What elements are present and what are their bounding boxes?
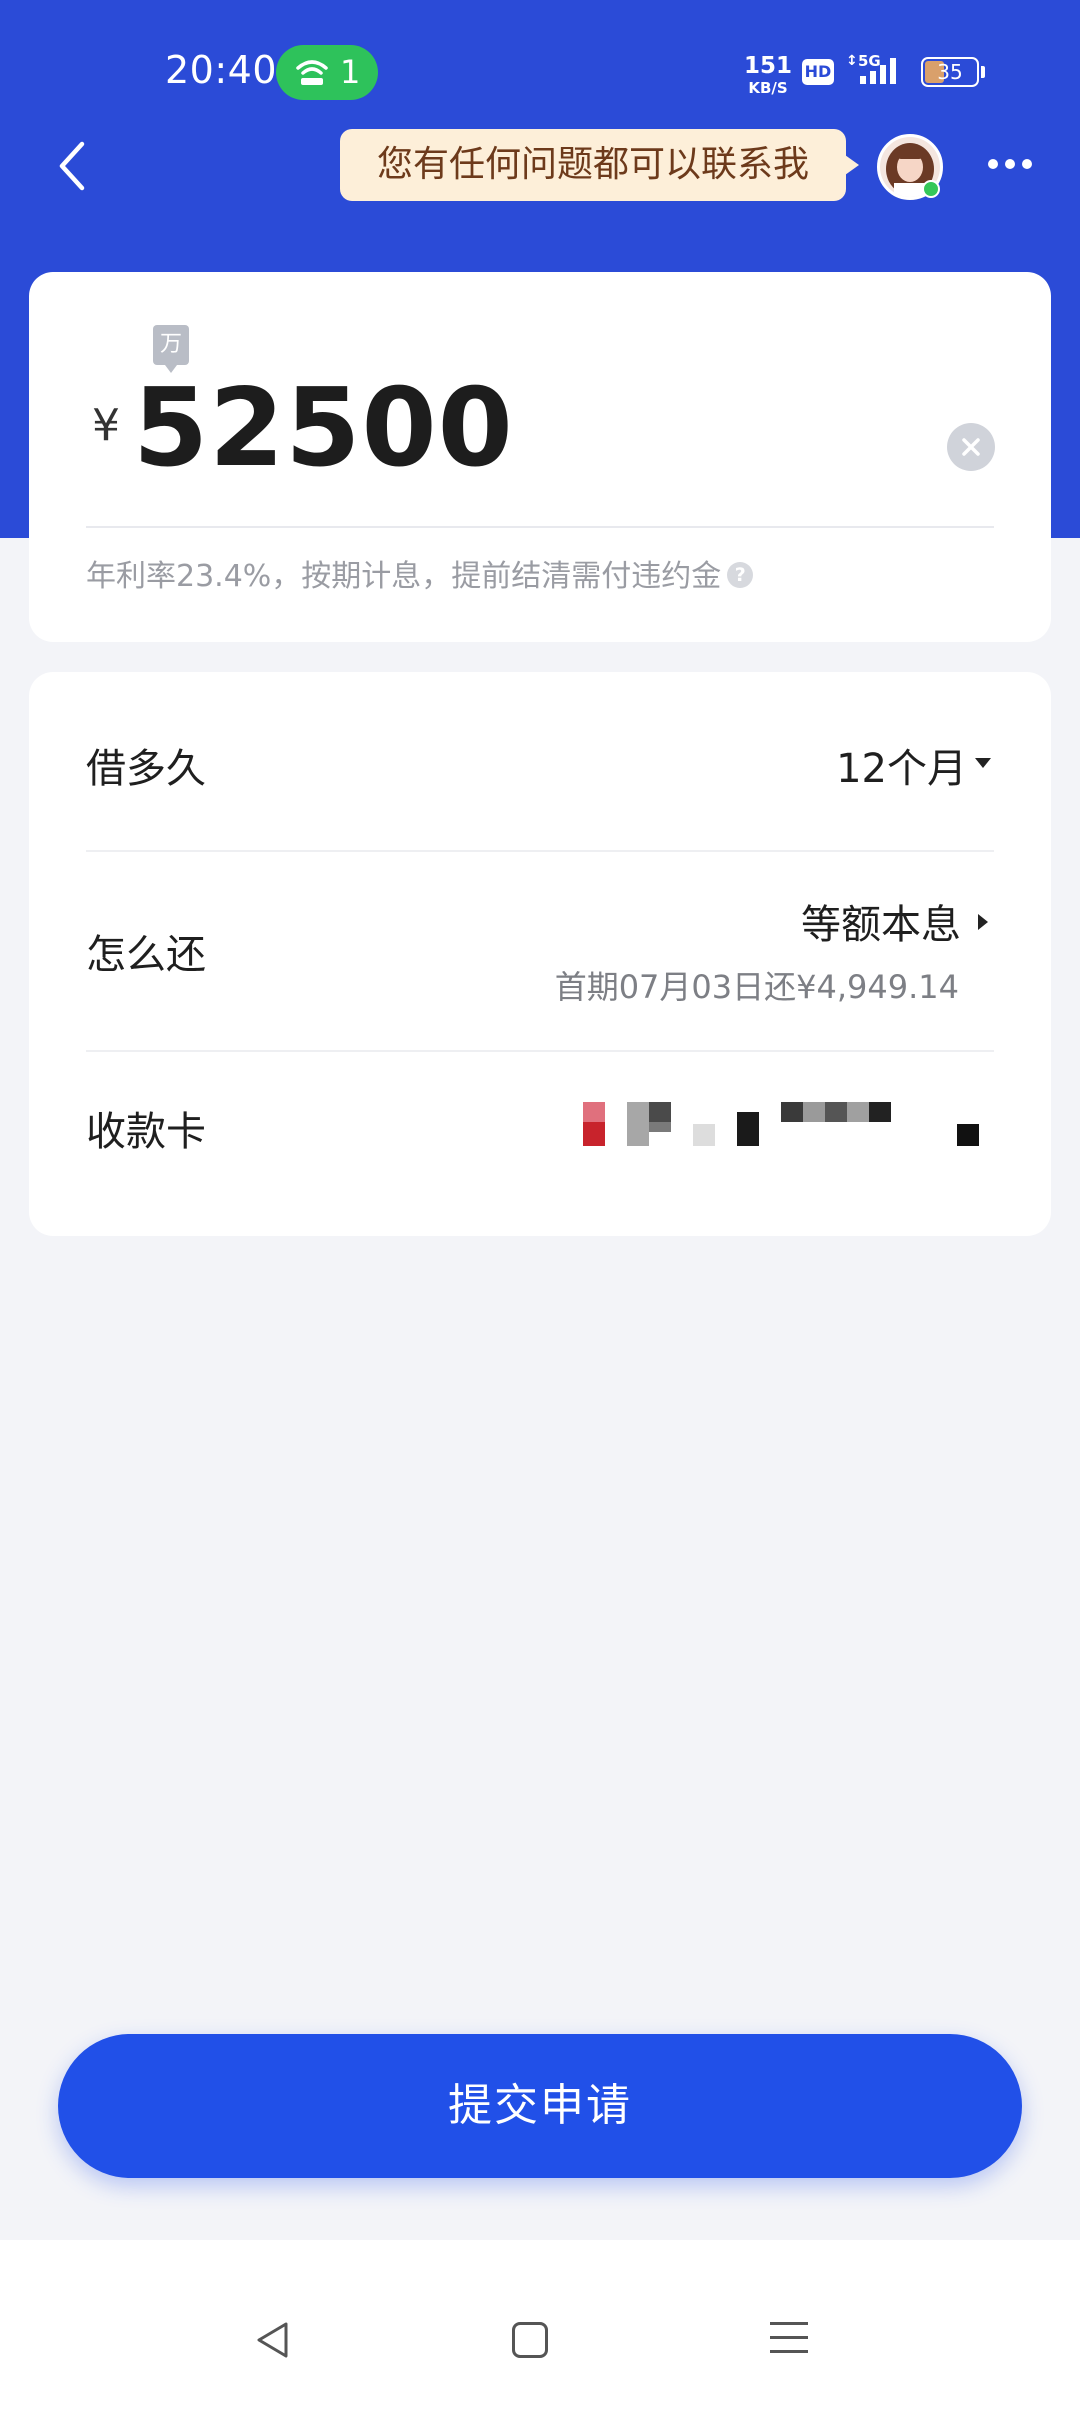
- repayment-method[interactable]: 等额本息: [801, 892, 961, 950]
- loan-terms-card: 借多久 12个月 怎么还 等额本息 首期07月03日还¥4,949.14 收款卡: [29, 672, 1051, 1236]
- support-tooltip[interactable]: 您有任何问题都可以联系我: [340, 129, 859, 201]
- more-dot: [988, 159, 998, 169]
- divider: [86, 1050, 994, 1052]
- network-speed: 151 KB/S: [744, 55, 792, 96]
- hotspot-icon: [296, 60, 328, 85]
- divider: [86, 850, 994, 852]
- nav-home-button[interactable]: [512, 2322, 548, 2358]
- network-type-label: 5G: [858, 52, 881, 70]
- close-icon: [962, 438, 980, 456]
- submit-application-button[interactable]: 提交申请: [58, 2034, 1022, 2178]
- help-icon[interactable]: ?: [727, 561, 754, 588]
- amount-card: 万 ¥ 52500 年利率23.4%，按期计息，提前结清需付违约金?: [29, 272, 1051, 642]
- status-time: 20:40: [165, 48, 278, 92]
- network-speed-unit: KB/S: [748, 79, 788, 97]
- hotspot-indicator: 1: [276, 45, 378, 100]
- duration-label: 借多久: [86, 746, 206, 792]
- battery-level: 35: [937, 60, 963, 84]
- more-options-button[interactable]: [988, 157, 1032, 173]
- interest-rate-text: 年利率23.4%，按期计息，提前结清需付违约金: [86, 559, 722, 594]
- interest-rate-note: 年利率23.4%，按期计息，提前结清需付违约金?: [86, 551, 754, 595]
- online-status-dot: [922, 180, 940, 198]
- loan-amount-input[interactable]: 52500: [133, 369, 514, 489]
- system-navigation-bar: [0, 2240, 1080, 2412]
- back-button[interactable]: [52, 138, 92, 194]
- hotspot-count: 1: [340, 53, 361, 91]
- dropdown-arrow-icon: [975, 758, 991, 768]
- unit-tag: 万: [153, 325, 189, 373]
- more-dot: [1005, 159, 1015, 169]
- masked-card-info: [583, 1102, 983, 1148]
- first-repayment-info: 首期07月03日还¥4,949.14: [554, 968, 959, 1006]
- currency-symbol: ¥: [92, 400, 120, 451]
- triangle-back-icon: [257, 2322, 288, 2358]
- menu-line: [770, 2322, 808, 2325]
- network-speed-value: 151: [744, 53, 793, 79]
- nav-recents-button[interactable]: [770, 2322, 808, 2364]
- more-dot: [1022, 159, 1032, 169]
- back-arrow-icon: [59, 141, 85, 191]
- battery-icon: 35: [921, 57, 979, 87]
- duration-value[interactable]: 12个月: [836, 736, 967, 794]
- battery-tip: [981, 66, 985, 78]
- clear-amount-button[interactable]: [947, 423, 995, 471]
- divider: [86, 526, 994, 528]
- receiving-card-label: 收款卡: [86, 1109, 206, 1155]
- menu-line: [770, 2350, 808, 2353]
- menu-line: [770, 2336, 808, 2339]
- hd-badge: HD: [802, 59, 834, 85]
- nav-back-button[interactable]: [253, 2320, 293, 2364]
- repayment-label: 怎么还: [86, 932, 206, 978]
- signal-icon: ↕ 5G: [846, 52, 916, 96]
- chevron-right-icon: [978, 914, 988, 930]
- svg-text:↕: ↕: [846, 53, 858, 69]
